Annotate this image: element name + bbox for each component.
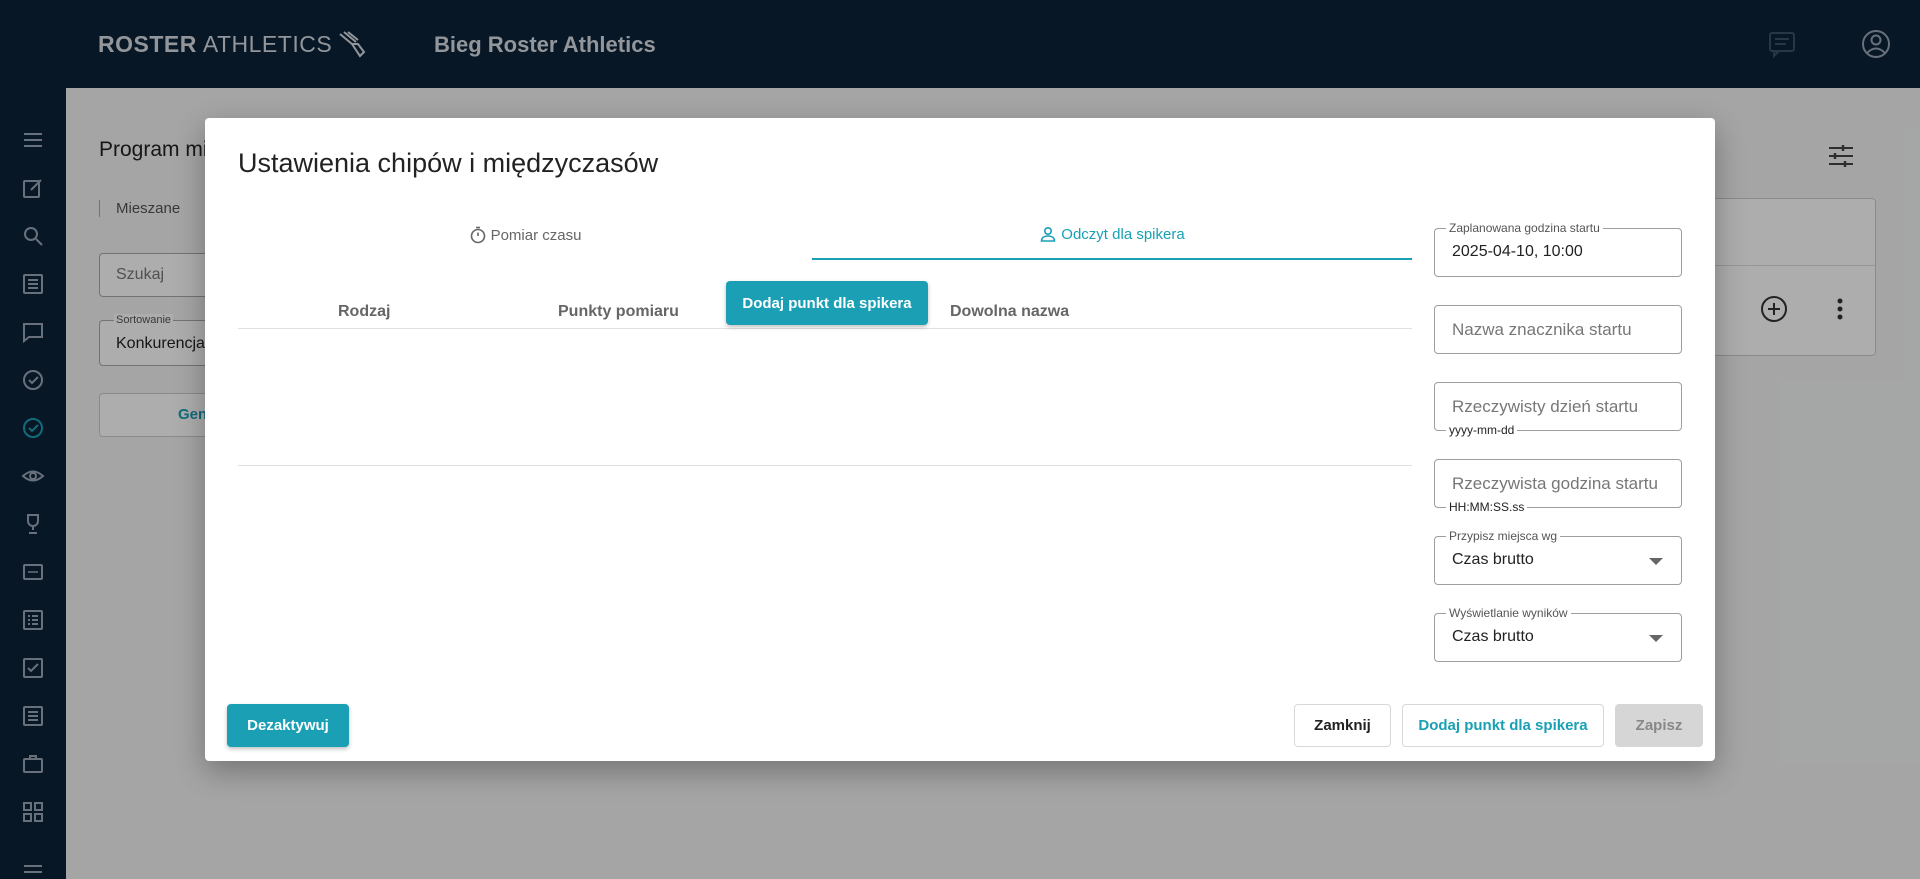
planned-start-value: 2025-04-10, 10:00: [1452, 243, 1583, 260]
column-type: Rodzaj: [338, 303, 391, 320]
person-icon: [1040, 226, 1056, 242]
dialog-tabs: Pomiar czasu Odczyt dla spikera: [238, 210, 1412, 260]
tab-timing-label: Pomiar czasu: [490, 226, 582, 244]
deactivate-button[interactable]: Dezaktywuj: [227, 704, 349, 747]
actual-start-time-hint: HH:MM:SS.ss: [1446, 500, 1528, 514]
results-display-select[interactable]: Wyświetlanie wyników Czas brutto: [1434, 606, 1682, 662]
points-table-body: [238, 329, 1412, 466]
save-button[interactable]: Zapisz: [1615, 704, 1703, 747]
dropdown-arrow-icon: [1649, 558, 1663, 565]
tab-speaker-label: Odczyt dla spikera: [1061, 225, 1185, 243]
column-custom-name: Dowolna nazwa: [950, 303, 1070, 320]
stopwatch-icon: [470, 226, 485, 244]
footer-add-speaker-point-button[interactable]: Dodaj punkt dla spikera: [1402, 704, 1604, 747]
planned-start-field[interactable]: Zaplanowana godzina startu 2025-04-10, 1…: [1434, 221, 1682, 277]
column-measure-points: Punkty pomiaru: [558, 303, 679, 320]
start-marker-field[interactable]: Nazwa znacznika startu: [1434, 305, 1682, 354]
actual-start-day-hint: yyyy-mm-dd: [1446, 423, 1518, 437]
results-display-value: Czas brutto: [1452, 628, 1534, 645]
dropdown-arrow-icon: [1649, 635, 1663, 642]
add-speaker-point-button[interactable]: Dodaj punkt dla spikera: [726, 281, 928, 325]
close-button[interactable]: Zamknij: [1294, 704, 1391, 747]
actual-start-day-placeholder: Rzeczywisty dzień startu: [1452, 397, 1639, 416]
actual-start-time-field[interactable]: Rzeczywista godzina startu HH:MM:SS.ss: [1434, 459, 1682, 514]
tab-speaker[interactable]: Odczyt dla spikera: [812, 210, 1412, 260]
assign-places-select[interactable]: Przypisz miejsca wg Czas brutto: [1434, 529, 1682, 585]
chip-settings-dialog: Ustawienia chipów i międzyczasów Pomiar …: [205, 118, 1715, 761]
assign-places-value: Czas brutto: [1452, 551, 1534, 568]
planned-start-label: Zaplanowana godzina startu: [1446, 221, 1603, 235]
tab-timing[interactable]: Pomiar czasu: [238, 210, 812, 260]
start-marker-placeholder: Nazwa znacznika startu: [1452, 320, 1632, 339]
results-display-label: Wyświetlanie wyników: [1446, 606, 1571, 620]
assign-places-label: Przypisz miejsca wg: [1446, 529, 1561, 543]
dialog-title: Ustawienia chipów i międzyczasów: [238, 148, 659, 178]
actual-start-day-field[interactable]: Rzeczywisty dzień startu yyyy-mm-dd: [1434, 382, 1682, 437]
actual-start-time-placeholder: Rzeczywista godzina startu: [1452, 474, 1658, 493]
